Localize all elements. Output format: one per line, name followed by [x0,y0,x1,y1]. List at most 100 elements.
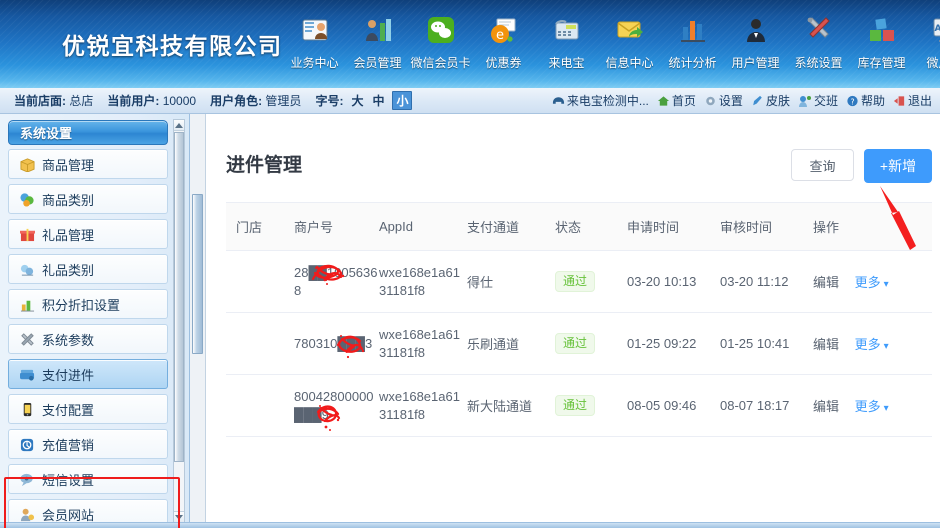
scroll-down-arrow[interactable] [174,511,184,522]
sidebar-item-label: 系统参数 [42,332,95,348]
scroll-up-arrow[interactable] [174,120,184,131]
col-status: 状态 [555,203,627,251]
merchant-no-value: 780310███3 [294,335,373,351]
home-link[interactable]: 首页 [657,92,696,109]
content-panel: 进件管理 查询 +新增 门店 商户号 AppId 支付通道 状态 申请时间 审核… [216,124,940,525]
sidebar-scrollbar[interactable] [173,119,185,523]
settings-label: 设置 [718,94,743,108]
question-icon: ? [847,95,858,106]
font-size-switcher: 字号: 大 中 小 [315,91,413,110]
cell-merchant-no: 28██10056368 [294,250,379,313]
edit-link[interactable]: 编辑 [813,337,839,352]
table-body: 28██10056368 wxe168e1a6131181f8 得仕 通过 03… [226,250,932,437]
help-link[interactable]: ? 帮助 [846,92,885,109]
table-row[interactable]: 80042800000███9 wxe168e1a6131181f8 新大陆通道… [226,374,932,437]
sidebar-item-label: 会员网站 [42,507,95,523]
status-badge: 通过 [555,333,596,354]
appid-value: wxe168e1a6131181f8 [379,264,460,298]
sidebar-item-system-params[interactable]: 系统参数 [8,324,168,354]
more-link[interactable]: 更多 ▾ [855,275,889,290]
font-size-large[interactable]: 大 [350,92,364,109]
font-size-small[interactable]: 小 [392,91,413,110]
cell-status: 通过 [555,312,627,375]
sidebar-item-payment-application[interactable]: 支付进件 [8,359,168,389]
sidebar-item-recharge-marketing[interactable]: 充值营销 [8,429,168,459]
nav-item-micro-ads[interactable]: ADS 微广告 [913,8,940,71]
nav-item-member-management[interactable]: 会员管理 [346,8,409,71]
edit-link[interactable]: 编辑 [813,399,839,414]
sidebar-scroll-thumb[interactable] [174,132,184,462]
shift-link[interactable]: 交班 [798,92,838,109]
nav-item-inventory[interactable]: 库存管理 [850,8,913,71]
app-window: 优锐宜科技有限公司 业务中心 会员管理 微信会员卡 e 优惠券 来电宝 信息中心… [0,0,940,528]
caller-detect-status[interactable]: 来电宝检测中... [552,92,649,109]
more-link[interactable]: 更多 ▾ [855,399,889,414]
add-button[interactable]: +新增 [864,149,932,183]
cell-operations: 编辑 更多 ▾ [813,312,932,375]
logout-link[interactable]: 退出 [893,92,932,109]
cell-status: 通过 [555,374,627,437]
sidebar-item-product-management[interactable]: 商品管理 [8,149,168,179]
sidebar-item-points-discount[interactable]: 积分折扣设置 [8,289,168,319]
cell-apply-time: 08-05 09:46 [627,374,720,437]
nav-item-coupon[interactable]: e 优惠券 [472,8,535,71]
brush-icon [753,95,762,105]
sidebar: 系统设置 商品管理 商品类别 礼品管理 礼品类别 积分折扣设置 系统参数 支付进… [0,114,190,528]
nav-item-system-settings[interactable]: 系统设置 [787,8,850,71]
nav-item-business-center[interactable]: 业务中心 [283,8,346,71]
member-site-icon [18,505,37,523]
font-size-medium[interactable]: 中 [371,92,385,109]
top-navigation: 业务中心 会员管理 微信会员卡 e 优惠券 来电宝 信息中心 统计分析 用户管理… [283,8,940,71]
home-icon [657,95,669,106]
help-label: 帮助 [860,94,885,108]
user-role: 用户角色: 管理员 [210,92,301,109]
wrench-icon [18,330,37,348]
nav-item-caller-id[interactable]: 来电宝 [535,8,598,71]
shift-label: 交班 [813,94,838,108]
more-link[interactable]: 更多 ▾ [855,337,889,352]
sidebar-item-label: 支付配置 [42,402,95,418]
nav-label: 系统设置 [794,56,843,70]
nav-label: 优惠券 [485,56,522,70]
page-scrollbar[interactable] [190,114,206,528]
skin-label: 皮肤 [765,94,790,108]
sidebar-item-payment-config[interactable]: 支付配置 [8,394,168,424]
settings-link[interactable]: 设置 [704,92,743,109]
app-body: 系统设置 商品管理 商品类别 礼品管理 礼品类别 积分折扣设置 系统参数 支付进… [0,114,940,528]
table-header: 门店 商户号 AppId 支付通道 状态 申请时间 审核时间 操作 [226,203,932,251]
nav-item-wechat-card[interactable]: 微信会员卡 [409,8,472,71]
sidebar-item-product-category[interactable]: 商品类别 [8,184,168,214]
nav-item-user-management[interactable]: 用户管理 [724,8,787,71]
nav-label: 库存管理 [857,56,906,70]
table-row[interactable]: 780310███3 wxe168e1a6131181f8 乐刷通道 通过 01… [226,312,932,375]
appid-value: wxe168e1a6131181f8 [379,326,460,360]
page-scroll-thumb[interactable] [192,194,203,354]
page-title: 进件管理 [226,154,303,176]
sidebar-item-sms-settings[interactable]: 短信设置 [8,464,168,494]
merchant-no-value: 80042800000███9 [294,388,374,422]
cell-audit-time: 03-20 11:12 [720,250,813,313]
info-bar-left: 当前店面: 总店 当前用户: 10000 用户角色: 管理员 字号: 大 中 小 [14,91,413,110]
table-row[interactable]: 28██10056368 wxe168e1a6131181f8 得仕 通过 03… [226,250,932,313]
col-channel: 支付通道 [467,203,555,251]
current-store: 当前店面: 总店 [14,92,93,109]
cell-channel: 新大陆通道 [467,374,555,437]
query-button[interactable]: 查询 [791,149,854,181]
svg-text:e: e [496,28,504,43]
cell-audit-time: 01-25 10:41 [720,312,813,375]
edit-link[interactable]: 编辑 [813,275,839,290]
sidebar-item-gift-management[interactable]: 礼品管理 [8,219,168,249]
sidebar-item-label: 商品管理 [42,157,95,173]
page-header: 进件管理 查询 +新增 [216,124,940,202]
cell-appid: wxe168e1a6131181f8 [379,250,467,313]
skin-link[interactable]: 皮肤 [751,92,790,109]
cell-apply-time: 03-20 10:13 [627,250,720,313]
sidebar-item-label: 积分折扣设置 [42,297,121,313]
user-role-value: 管理员 [265,94,302,108]
nav-label: 信息中心 [605,56,654,70]
sidebar-item-gift-category[interactable]: 礼品类别 [8,254,168,284]
appid-value: wxe168e1a6131181f8 [379,388,460,422]
nav-item-message-center[interactable]: 信息中心 [598,8,661,71]
col-operations: 操作 [813,203,932,251]
nav-item-statistics[interactable]: 统计分析 [661,8,724,71]
